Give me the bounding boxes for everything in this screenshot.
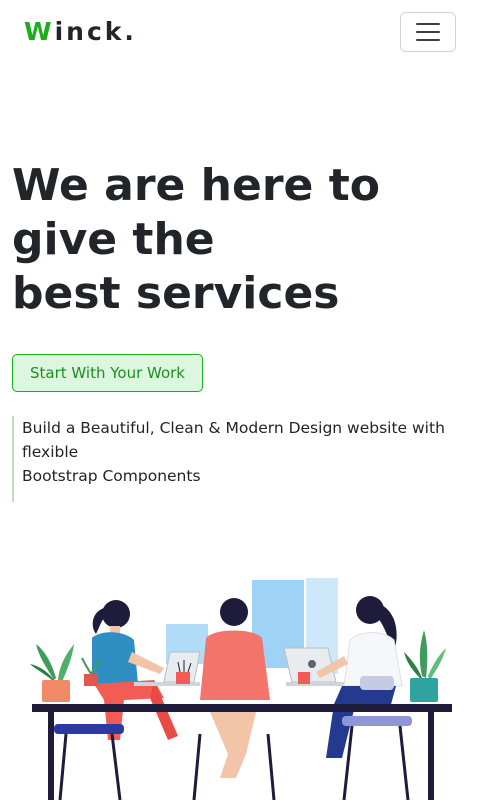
hero-title-line: give the	[12, 214, 215, 265]
hero-tagline: Build a Beautiful, Clean & Modern Design…	[12, 416, 472, 502]
start-with-your-work-button[interactable]: Start With Your Work	[12, 354, 203, 392]
hero-title-line: We are here to	[12, 160, 380, 211]
hero-title-line: best services	[12, 268, 340, 319]
tagline-line: Build a Beautiful, Clean & Modern Design…	[22, 419, 445, 437]
team-working-illustration	[24, 568, 460, 800]
brand-logo[interactable]: Winck.	[24, 15, 137, 49]
brand-logo-text: inck.	[54, 17, 137, 46]
navbar: Winck.	[0, 0, 480, 64]
tagline-line: flexible	[22, 443, 79, 461]
tagline-line: Bootstrap Components	[22, 467, 201, 485]
team-working-illustration-svg	[30, 578, 452, 800]
navbar-toggler-button[interactable]	[400, 12, 456, 52]
brand-logo-accent: W	[24, 17, 55, 46]
hamburger-menu-icon	[416, 23, 440, 25]
hero-title: We are here to give the best services	[12, 159, 472, 321]
hamburger-menu-icon-bar	[416, 39, 440, 41]
hamburger-menu-icon-bar	[416, 31, 440, 33]
